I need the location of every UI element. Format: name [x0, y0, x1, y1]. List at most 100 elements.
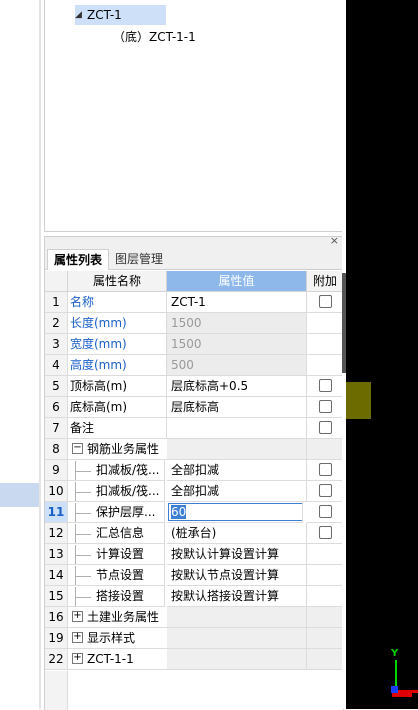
expand-icon[interactable]: + [72, 632, 83, 643]
tree-node-zct-1[interactable]: ◢ ZCT-1 [75, 5, 166, 25]
table-row-group[interactable]: 16 + 土建业务属性 [45, 607, 344, 628]
property-value[interactable]: (桩承台) [167, 523, 307, 544]
property-name: 长度(mm) [68, 313, 167, 334]
tree-node-zct-1-1[interactable]: （底）ZCT-1-1 [113, 27, 196, 47]
input-text: 60 [171, 505, 187, 519]
table-row-group[interactable]: 19 + 显示样式 [45, 628, 344, 649]
tree-expand-arrow-icon[interactable]: ◢ [75, 5, 85, 25]
close-icon[interactable]: × [330, 234, 339, 248]
property-value[interactable]: 按默认节点设置计算 [167, 565, 307, 586]
table-row[interactable]: 15 搭接设置 按默认搭接设置计算 [45, 586, 344, 607]
table-row-selected[interactable]: 11 保护层厚... 60 [45, 502, 344, 523]
table-row[interactable]: 7 备注 [45, 418, 344, 439]
property-value[interactable]: 按默认搭接设置计算 [167, 586, 307, 607]
property-value[interactable] [167, 418, 307, 439]
attach-cell [307, 502, 344, 523]
table-row[interactable]: 9 扣减板/筏... 全部扣减 [45, 460, 344, 481]
attach-cell [307, 586, 344, 607]
property-group-name: − 钢筋业务属性 [68, 439, 168, 460]
table-row-group[interactable]: 22 + ZCT-1-1 [45, 649, 344, 670]
tab-property-list[interactable]: 属性列表 [47, 249, 110, 270]
table-row[interactable]: 10 扣减板/筏... 全部扣减 [45, 481, 344, 502]
panel-titlebar: × [45, 234, 343, 248]
property-name: 保护层厚... [68, 502, 165, 523]
property-name: 备注 [68, 418, 167, 439]
property-value: 500 [167, 355, 307, 376]
table-row[interactable]: 6 底标高(m) 层底标高 [45, 397, 344, 418]
property-value [167, 649, 307, 670]
expand-icon[interactable]: + [72, 653, 83, 664]
table-row[interactable]: 12 汇总信息 (桩承台) [45, 523, 344, 544]
property-group-name: + 显示样式 [68, 628, 168, 649]
property-value[interactable]: 层底标高 [167, 397, 307, 418]
attach-checkbox[interactable] [318, 526, 332, 539]
property-value [167, 628, 307, 649]
property-value[interactable]: 全部扣减 [167, 460, 307, 481]
row-number: 5 [45, 376, 68, 397]
tree-line-icon [68, 544, 96, 564]
header-property-value[interactable]: 属性值 [167, 271, 307, 292]
attach-checkbox[interactable] [318, 484, 332, 497]
drawing-viewport[interactable] [346, 0, 418, 709]
table-row[interactable]: 13 计算设置 按默认计算设置计算 [45, 544, 344, 565]
attach-cell [307, 439, 344, 460]
drawn-component[interactable] [346, 382, 371, 419]
attach-checkbox[interactable] [318, 400, 332, 413]
group-label: ZCT-1-1 [87, 652, 134, 666]
name-text: 扣减板/筏... [96, 484, 160, 498]
row-header-filler [45, 671, 68, 710]
left-selected-item[interactable] [0, 483, 40, 507]
attach-cell [307, 607, 344, 628]
group-label: 显示样式 [87, 631, 136, 645]
attach-checkbox[interactable] [318, 505, 332, 518]
property-name: 顶标高(m) [68, 376, 167, 397]
row-number: 4 [45, 355, 68, 376]
tree-node-label: ZCT-1 [75, 5, 166, 25]
table-row[interactable]: 14 节点设置 按默认节点设置计算 [45, 565, 344, 586]
row-number: 11 [45, 502, 68, 523]
tab-layer-management[interactable]: 图层管理 [109, 249, 169, 269]
table-row[interactable]: 5 顶标高(m) 层底标高+0.5 [45, 376, 344, 397]
attach-cell [307, 418, 344, 439]
protective-layer-input[interactable]: 60 [168, 503, 302, 521]
row-number: 16 [45, 607, 68, 628]
tree-line-icon [68, 502, 96, 522]
row-number: 2 [45, 313, 68, 334]
group-label: 钢筋业务属性 [87, 442, 160, 456]
table-row[interactable]: 3 宽度(mm) 1500 [45, 334, 344, 355]
attach-checkbox[interactable] [318, 421, 332, 434]
attach-cell [307, 355, 344, 376]
attach-checkbox[interactable] [318, 379, 332, 392]
name-text: 扣减板/筏... [96, 463, 160, 477]
property-value[interactable]: 全部扣减 [167, 481, 307, 502]
attach-checkbox[interactable] [318, 463, 332, 476]
table-row[interactable]: 2 长度(mm) 1500 [45, 313, 344, 334]
attach-cell [307, 544, 344, 565]
property-name: 搭接设置 [68, 586, 165, 607]
property-value[interactable]: ZCT-1 [167, 292, 307, 313]
collapse-icon[interactable]: − [72, 443, 83, 454]
attach-cell [307, 292, 344, 313]
property-value[interactable]: 层底标高+0.5 [167, 376, 307, 397]
component-tree-panel: ◢ ZCT-1 （底）ZCT-1-1 [44, 0, 344, 232]
header-property-name[interactable]: 属性名称 [68, 271, 167, 292]
table-row[interactable]: 1 名称 ZCT-1 [45, 292, 344, 313]
row-number: 15 [45, 586, 68, 607]
table-row-group[interactable]: 8 − 钢筋业务属性 [45, 439, 344, 460]
header-row-number [45, 271, 68, 292]
property-name: 扣减板/筏... [68, 460, 165, 481]
property-group-name: + 土建业务属性 [68, 607, 168, 628]
row-number: 1 [45, 292, 68, 313]
left-divider[interactable] [39, 0, 41, 709]
header-attach[interactable]: 附加 [307, 271, 344, 292]
attach-cell [307, 649, 344, 670]
attach-cell [307, 460, 344, 481]
expand-icon[interactable]: + [72, 611, 83, 622]
attach-checkbox[interactable] [318, 295, 332, 308]
table-row[interactable]: 4 高度(mm) 500 [45, 355, 344, 376]
row-number: 22 [45, 649, 68, 670]
axis-y-label: Y [391, 648, 399, 659]
property-value[interactable]: 按默认计算设置计算 [167, 544, 307, 565]
property-name: 汇总信息 [68, 523, 165, 544]
row-number: 7 [45, 418, 68, 439]
